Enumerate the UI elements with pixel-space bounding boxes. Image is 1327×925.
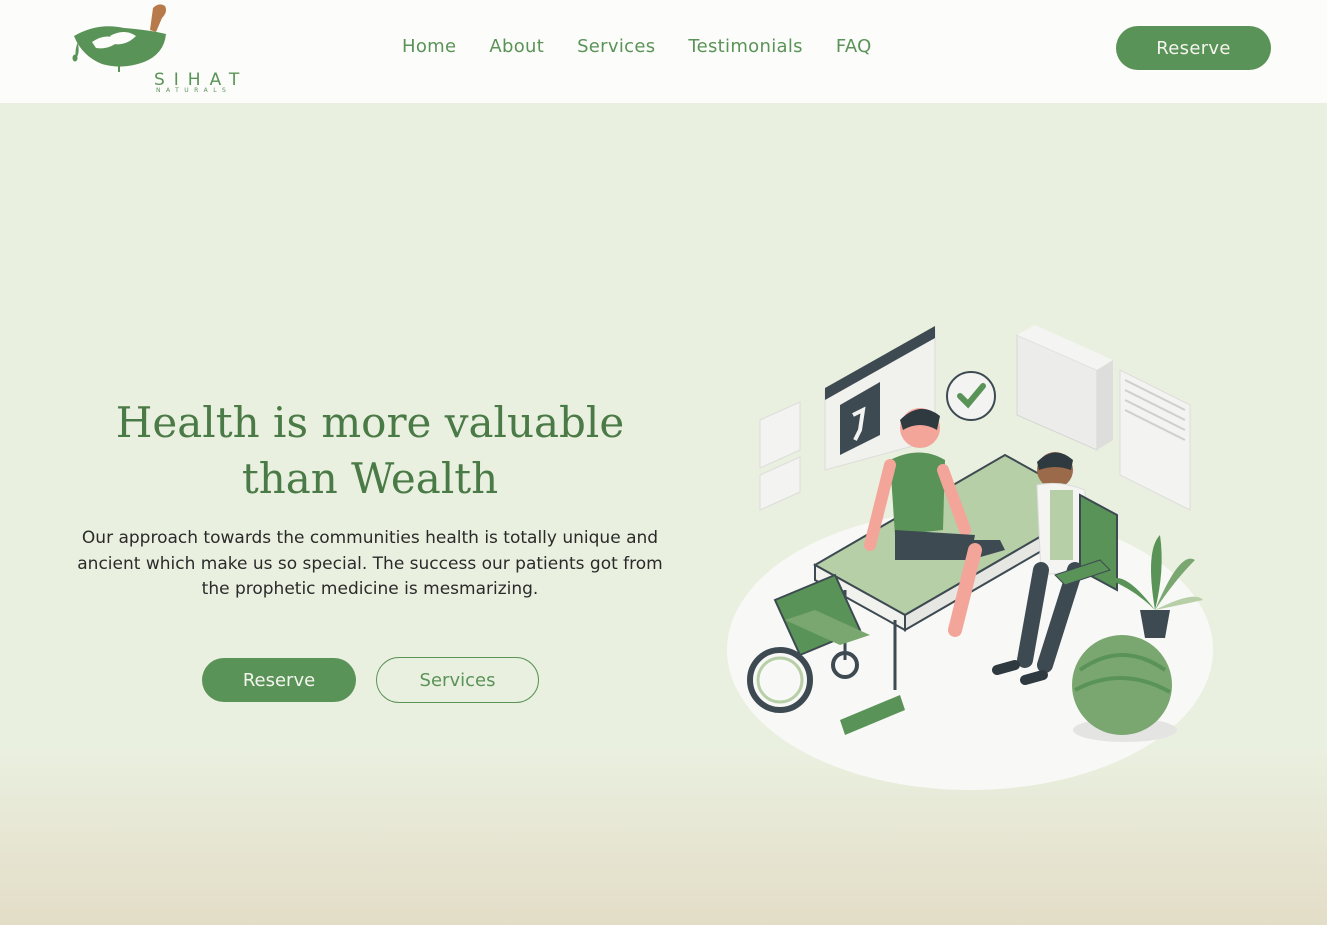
brand-logo[interactable]: SIHAT NATURALS: [70, 2, 239, 96]
site-header: SIHAT NATURALS Home About Services Testi…: [0, 0, 1327, 103]
doctor-patient-illustration: [725, 320, 1220, 795]
nav-faq[interactable]: FAQ: [836, 36, 872, 57]
header-reserve-button[interactable]: Reserve: [1116, 26, 1271, 70]
hero-description: Our approach towards the communities hea…: [77, 528, 663, 599]
brand-tagline: NATURALS: [156, 87, 232, 94]
hero-reserve-button[interactable]: Reserve: [202, 658, 356, 702]
hero-headline: Health is more valuable than Wealth: [115, 398, 625, 503]
nav-home[interactable]: Home: [402, 36, 456, 57]
nav-about[interactable]: About: [489, 36, 544, 57]
nav-testimonials[interactable]: Testimonials: [688, 36, 802, 57]
nav-services[interactable]: Services: [577, 36, 655, 57]
hero-services-button[interactable]: Services: [376, 657, 539, 703]
physiotherapy-scene-icon: [727, 325, 1213, 790]
main-nav: Home About Services Testimonials FAQ: [402, 36, 905, 57]
